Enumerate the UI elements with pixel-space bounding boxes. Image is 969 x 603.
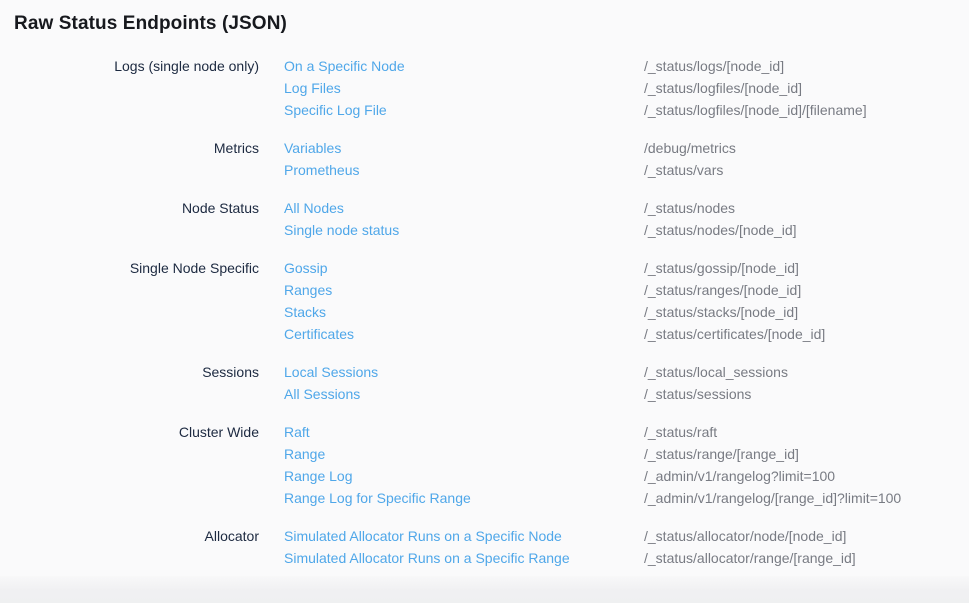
endpoint-path: /_status/ranges/[node_id] — [644, 279, 969, 301]
endpoint-path: /_status/logfiles/[node_id] — [644, 77, 969, 99]
endpoint-link[interactable]: Log Files — [284, 77, 644, 99]
endpoint-row: Ranges /_status/ranges/[node_id] — [284, 279, 969, 301]
endpoint-path: /_status/vars — [644, 159, 969, 181]
endpoint-link[interactable]: Variables — [284, 137, 644, 159]
endpoint-section: Metrics Variables /debug/metrics Prometh… — [0, 137, 969, 181]
endpoint-path: /_status/sessions — [644, 383, 969, 405]
endpoint-path: /_status/nodes — [644, 197, 969, 219]
category-label: Cluster Wide — [0, 421, 259, 509]
endpoint-path: /_status/range/[range_id] — [644, 443, 969, 465]
endpoint-row: Simulated Allocator Runs on a Specific R… — [284, 547, 969, 569]
endpoint-row: Stacks /_status/stacks/[node_id] — [284, 301, 969, 323]
endpoint-section: Allocator Simulated Allocator Runs on a … — [0, 525, 969, 569]
endpoint-row: All Nodes /_status/nodes — [284, 197, 969, 219]
endpoint-row: Local Sessions /_status/local_sessions — [284, 361, 969, 383]
endpoint-section: Cluster Wide Raft /_status/raft Range /_… — [0, 421, 969, 509]
endpoint-row: Simulated Allocator Runs on a Specific N… — [284, 525, 969, 547]
endpoint-sections: Logs (single node only) On a Specific No… — [0, 55, 969, 585]
category-label: Allocator — [0, 525, 259, 569]
endpoint-path: /_status/nodes/[node_id] — [644, 219, 969, 241]
endpoint-path: /_admin/v1/rangelog/[range_id]?limit=100 — [644, 487, 969, 509]
endpoint-row: Raft /_status/raft — [284, 421, 969, 443]
endpoint-rows: Variables /debug/metrics Prometheus /_st… — [284, 137, 969, 181]
category-label: Single Node Specific — [0, 257, 259, 345]
endpoint-path: /_admin/v1/rangelog?limit=100 — [644, 465, 969, 487]
endpoint-link[interactable]: On a Specific Node — [284, 55, 644, 77]
endpoint-path: /_status/certificates/[node_id] — [644, 323, 969, 345]
endpoint-path: /_status/gossip/[node_id] — [644, 257, 969, 279]
endpoint-row: Variables /debug/metrics — [284, 137, 969, 159]
endpoint-section: Logs (single node only) On a Specific No… — [0, 55, 969, 121]
category-label: Node Status — [0, 197, 259, 241]
endpoint-link[interactable]: Certificates — [284, 323, 644, 345]
endpoint-section: Single Node Specific Gossip /_status/gos… — [0, 257, 969, 345]
endpoint-link[interactable]: Gossip — [284, 257, 644, 279]
endpoint-row: Log Files /_status/logfiles/[node_id] — [284, 77, 969, 99]
endpoint-link[interactable]: Single node status — [284, 219, 644, 241]
endpoint-link[interactable]: Ranges — [284, 279, 644, 301]
endpoint-row: On a Specific Node /_status/logs/[node_i… — [284, 55, 969, 77]
endpoint-path: /_status/raft — [644, 421, 969, 443]
endpoint-link[interactable]: Stacks — [284, 301, 644, 323]
endpoint-link[interactable]: Simulated Allocator Runs on a Specific N… — [284, 525, 644, 547]
endpoint-section: Sessions Local Sessions /_status/local_s… — [0, 361, 969, 405]
endpoint-link[interactable]: Prometheus — [284, 159, 644, 181]
endpoint-row: All Sessions /_status/sessions — [284, 383, 969, 405]
endpoint-row: Single node status /_status/nodes/[node_… — [284, 219, 969, 241]
endpoint-row: Specific Log File /_status/logfiles/[nod… — [284, 99, 969, 121]
endpoint-rows: Local Sessions /_status/local_sessions A… — [284, 361, 969, 405]
endpoint-path: /_status/allocator/node/[node_id] — [644, 525, 969, 547]
page-title: Raw Status Endpoints (JSON) — [14, 13, 287, 35]
endpoint-path: /_status/stacks/[node_id] — [644, 301, 969, 323]
endpoint-path: /_status/local_sessions — [644, 361, 969, 383]
endpoint-rows: Simulated Allocator Runs on a Specific N… — [284, 525, 969, 569]
endpoint-link[interactable]: All Nodes — [284, 197, 644, 219]
endpoint-path: /_status/logfiles/[node_id]/[filename] — [644, 99, 969, 121]
category-label: Sessions — [0, 361, 259, 405]
category-label: Logs (single node only) — [0, 55, 259, 121]
category-label: Metrics — [0, 137, 259, 181]
endpoint-rows: Gossip /_status/gossip/[node_id] Ranges … — [284, 257, 969, 345]
endpoint-path: /_status/logs/[node_id] — [644, 55, 969, 77]
endpoint-row: Certificates /_status/certificates/[node… — [284, 323, 969, 345]
endpoint-link[interactable]: Range Log — [284, 465, 644, 487]
footer-strip — [0, 576, 969, 603]
endpoint-link[interactable]: Range — [284, 443, 644, 465]
endpoint-rows: On a Specific Node /_status/logs/[node_i… — [284, 55, 969, 121]
endpoint-link[interactable]: Range Log for Specific Range — [284, 487, 644, 509]
endpoint-link[interactable]: Specific Log File — [284, 99, 644, 121]
endpoint-path: /_status/allocator/range/[range_id] — [644, 547, 969, 569]
endpoint-section: Node Status All Nodes /_status/nodes Sin… — [0, 197, 969, 241]
endpoint-link[interactable]: Local Sessions — [284, 361, 644, 383]
endpoint-row: Prometheus /_status/vars — [284, 159, 969, 181]
endpoint-row: Range /_status/range/[range_id] — [284, 443, 969, 465]
endpoint-rows: Raft /_status/raft Range /_status/range/… — [284, 421, 969, 509]
endpoint-rows: All Nodes /_status/nodes Single node sta… — [284, 197, 969, 241]
endpoint-row: Range Log /_admin/v1/rangelog?limit=100 — [284, 465, 969, 487]
endpoint-row: Gossip /_status/gossip/[node_id] — [284, 257, 969, 279]
endpoint-path: /debug/metrics — [644, 137, 969, 159]
endpoint-row: Range Log for Specific Range /_admin/v1/… — [284, 487, 969, 509]
endpoint-link[interactable]: All Sessions — [284, 383, 644, 405]
endpoint-link[interactable]: Raft — [284, 421, 644, 443]
endpoint-link[interactable]: Simulated Allocator Runs on a Specific R… — [284, 547, 644, 569]
